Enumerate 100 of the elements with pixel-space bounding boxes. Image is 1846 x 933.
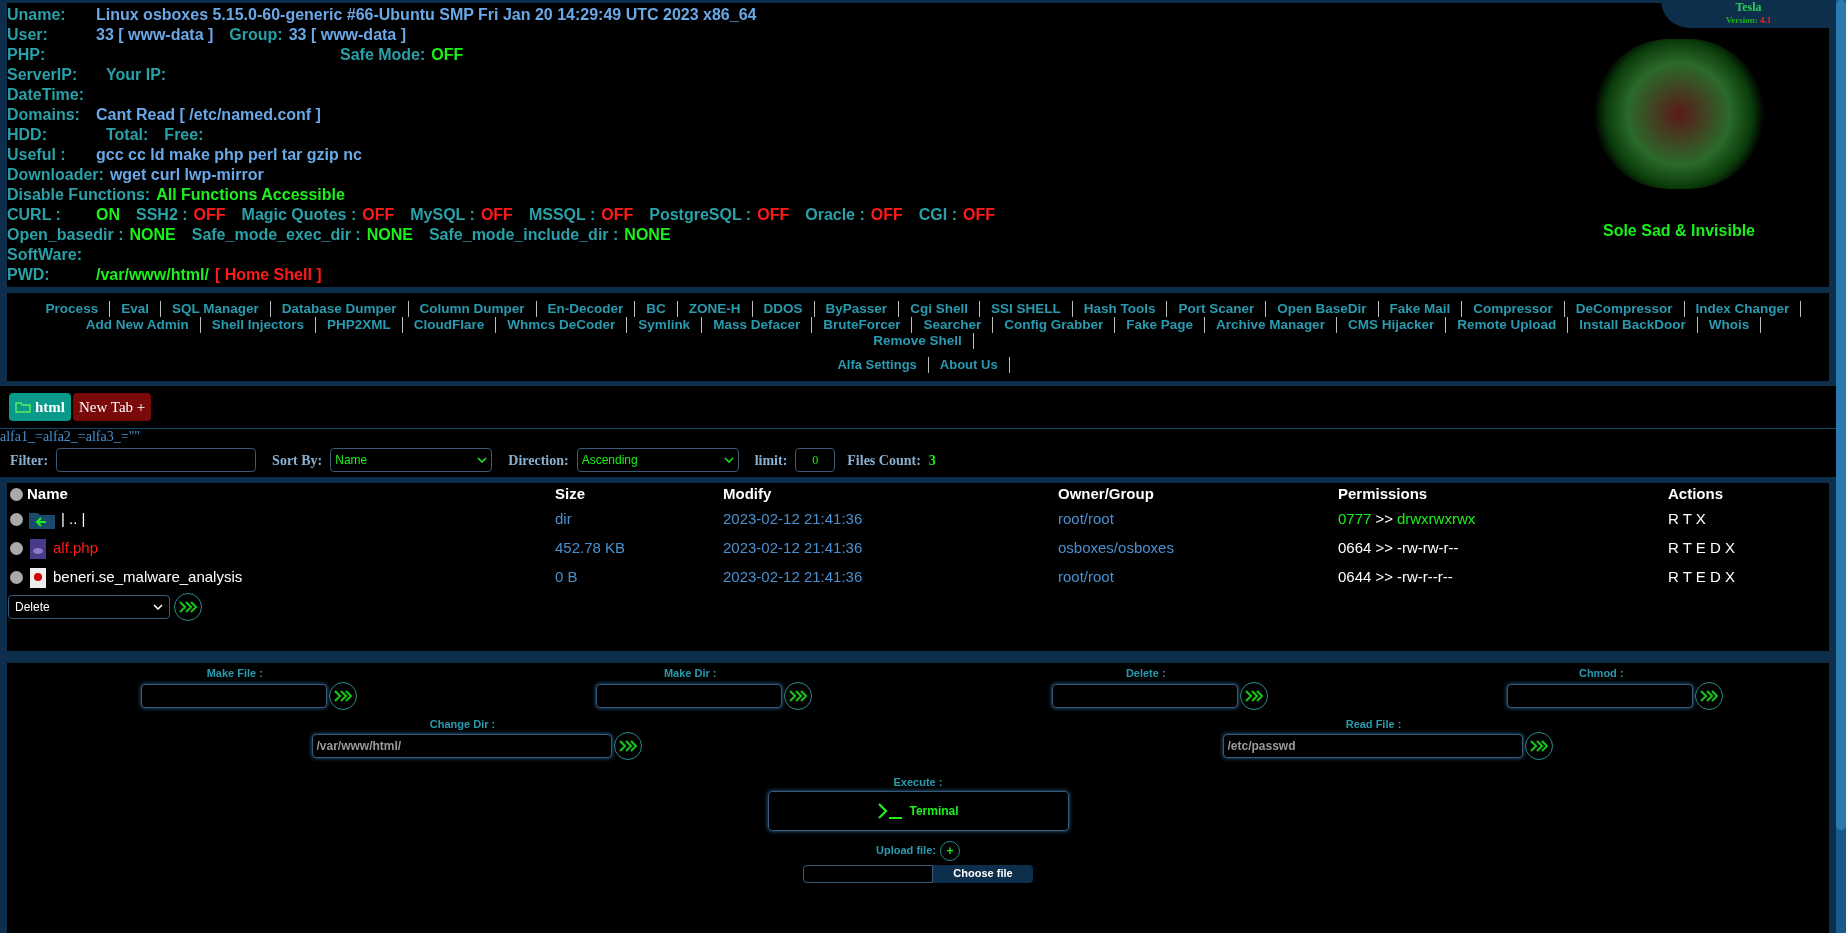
menu-link[interactable]: Alfa Settings [826, 357, 929, 373]
menu-link[interactable]: Install BackDoor [1568, 317, 1698, 333]
menu-link[interactable]: Process [34, 301, 111, 317]
info-label: Downloader: [7, 165, 104, 185]
menu-link[interactable]: Remove Shell [862, 333, 974, 349]
radio-button[interactable] [10, 513, 23, 526]
menu-link[interactable]: Eval [110, 301, 161, 317]
menu-link[interactable]: SSI SHELL [979, 301, 1073, 317]
go-button[interactable] [1524, 732, 1553, 760]
input-field[interactable] [1507, 683, 1694, 708]
input-field[interactable] [1051, 683, 1238, 708]
double-chevron-icon [1700, 689, 1719, 702]
bulk-action-select[interactable]: Delete [8, 595, 170, 619]
menu-link[interactable]: Shell Injectors [200, 317, 317, 333]
terminal-button[interactable]: Terminal [767, 790, 1069, 831]
menu-link[interactable]: Fake Page [1115, 317, 1206, 333]
info-value: All Functions Accessible [156, 185, 345, 205]
menu-link[interactable]: SQL Manager [160, 301, 271, 317]
info-value: NONE [624, 225, 671, 245]
menu-link[interactable]: About Us [928, 357, 1010, 373]
filter-field[interactable] [56, 448, 257, 472]
file-name[interactable]: alf.php [53, 537, 99, 560]
filter-label: Filter: [10, 451, 49, 470]
octal-permission[interactable]: 0644 [1338, 566, 1372, 589]
column-header: Modify [723, 483, 772, 504]
radio-button[interactable] [10, 571, 23, 584]
menu-link[interactable]: Whmcs DeCoder [496, 317, 628, 333]
radio-button[interactable] [10, 487, 23, 501]
menu-link[interactable]: Whois [1697, 317, 1762, 333]
double-chevron-icon [1244, 689, 1263, 702]
menu-link[interactable]: Column Dumper [408, 301, 537, 317]
info-label: Uname: [7, 5, 67, 25]
info-label: Useful : [7, 145, 67, 165]
form-label: Make File : [206, 666, 263, 681]
go-button[interactable] [1239, 681, 1268, 710]
menu-link[interactable]: Open BaseDir [1266, 301, 1379, 317]
go-button[interactable] [1695, 681, 1724, 710]
sort-select[interactable]: Name [330, 448, 493, 472]
file-actions[interactable]: R T X [1668, 508, 1706, 531]
version-name: Tesla [1735, 1, 1762, 14]
menu-link[interactable]: Config Grabber [993, 317, 1116, 333]
menu-link[interactable]: Index Changer [1684, 301, 1802, 317]
menu-link[interactable]: CMS Hijacker [1336, 317, 1447, 333]
menu-link[interactable]: PHP2XML [316, 317, 403, 333]
file-actions[interactable]: R T E D X [1668, 566, 1735, 589]
input-field[interactable]: /var/www/html/ [311, 734, 612, 758]
menu-link[interactable]: ByPasser [814, 301, 900, 317]
limit-field[interactable]: 0 [795, 448, 836, 472]
direction-select[interactable]: Ascending [576, 448, 739, 472]
form-label: Delete : [1125, 666, 1166, 681]
menu-link[interactable]: En-Decoder [536, 301, 636, 317]
file-name[interactable]: | .. | [61, 508, 86, 531]
file-name[interactable]: beneri.se_malware_analysis [53, 566, 243, 589]
menu-link[interactable]: BC [635, 301, 678, 317]
menu-link[interactable]: Port Scaner [1167, 301, 1267, 317]
info-value: OFF [193, 205, 226, 225]
double-chevron-icon [789, 689, 808, 702]
go-button[interactable] [613, 732, 642, 760]
menu-link[interactable]: CloudFlare [402, 317, 497, 333]
menu-link[interactable]: DeCompressor [1564, 301, 1685, 317]
menu-link[interactable]: Hash Tools [1072, 301, 1168, 317]
octal-permission[interactable]: 0664 [1338, 537, 1372, 560]
menu-link[interactable]: ZONE-H [677, 301, 753, 317]
menu-link[interactable]: Archive Manager [1205, 317, 1337, 333]
permission-string[interactable]: -rw-r--r-- [1396, 566, 1453, 589]
modify-date: 2023-02-12 21:41:36 [723, 538, 863, 559]
double-chevron-icon [179, 601, 197, 613]
menu-link[interactable]: Cgi Shell [899, 301, 980, 317]
menu-link[interactable]: BruteForcer [812, 317, 913, 333]
info-label: Domains: [7, 105, 81, 125]
menu-link[interactable]: Remote Upload [1446, 317, 1569, 333]
choose-file-button[interactable]: Choose file [933, 864, 1033, 883]
permission-string[interactable]: -rw-rw-r-- [1396, 537, 1459, 560]
tab[interactable]: New Tab + [73, 393, 152, 421]
info-label: MySQL : [410, 205, 475, 225]
version-number: 4.1 [1760, 15, 1772, 25]
input-field[interactable] [596, 683, 783, 708]
radio-button[interactable] [10, 542, 23, 555]
menu-link[interactable]: Searcher [912, 317, 994, 333]
menu-link[interactable]: Symlink [627, 317, 703, 333]
octal-permission[interactable]: 0777 [1338, 508, 1372, 531]
column-header: Name [27, 483, 68, 504]
info-label: User: [7, 25, 49, 45]
input-field[interactable]: /etc/passwd [1222, 734, 1523, 758]
files-count: 3 [928, 451, 936, 470]
info-label: SSH2 : [136, 205, 188, 225]
menu-link[interactable]: Compressor [1462, 301, 1565, 317]
menu-link[interactable]: Mass Defacer [702, 317, 813, 333]
go-button[interactable] [328, 681, 357, 710]
tab[interactable]: html [9, 393, 71, 421]
menu-link[interactable]: Fake Mail [1378, 301, 1463, 317]
menu-link[interactable]: Database Dumper [270, 301, 409, 317]
file-actions[interactable]: R T E D X [1668, 537, 1735, 560]
home-shell-link[interactable]: [ Home Shell ] [214, 263, 322, 287]
menu-link[interactable]: Add New Admin [74, 317, 201, 333]
go-button[interactable] [784, 681, 813, 710]
permission-string[interactable]: drwxrwxrwx [1396, 508, 1476, 531]
go-button[interactable] [174, 593, 202, 621]
input-field[interactable] [140, 683, 327, 708]
menu-link[interactable]: DDOS [752, 301, 815, 317]
